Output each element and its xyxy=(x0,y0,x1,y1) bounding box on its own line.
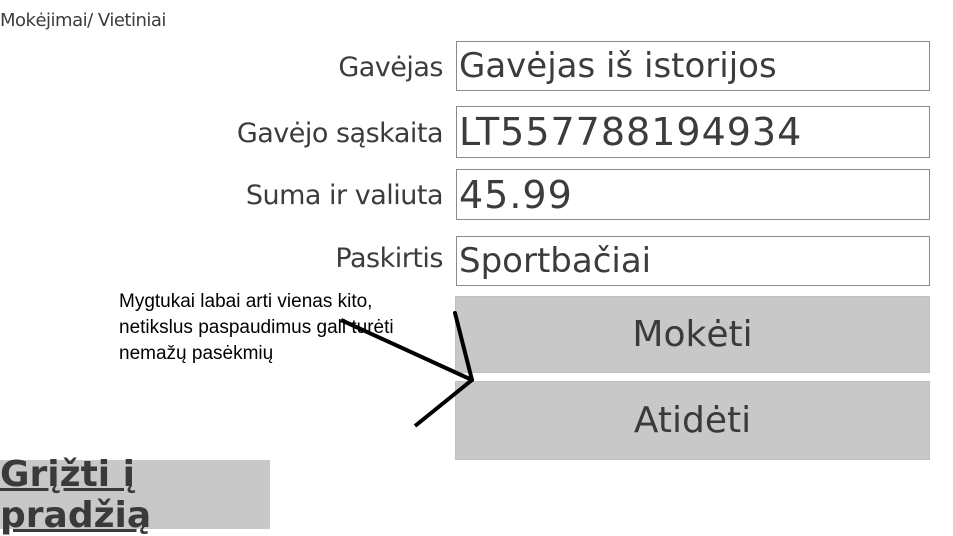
annotation-arrow-icon xyxy=(340,311,474,428)
